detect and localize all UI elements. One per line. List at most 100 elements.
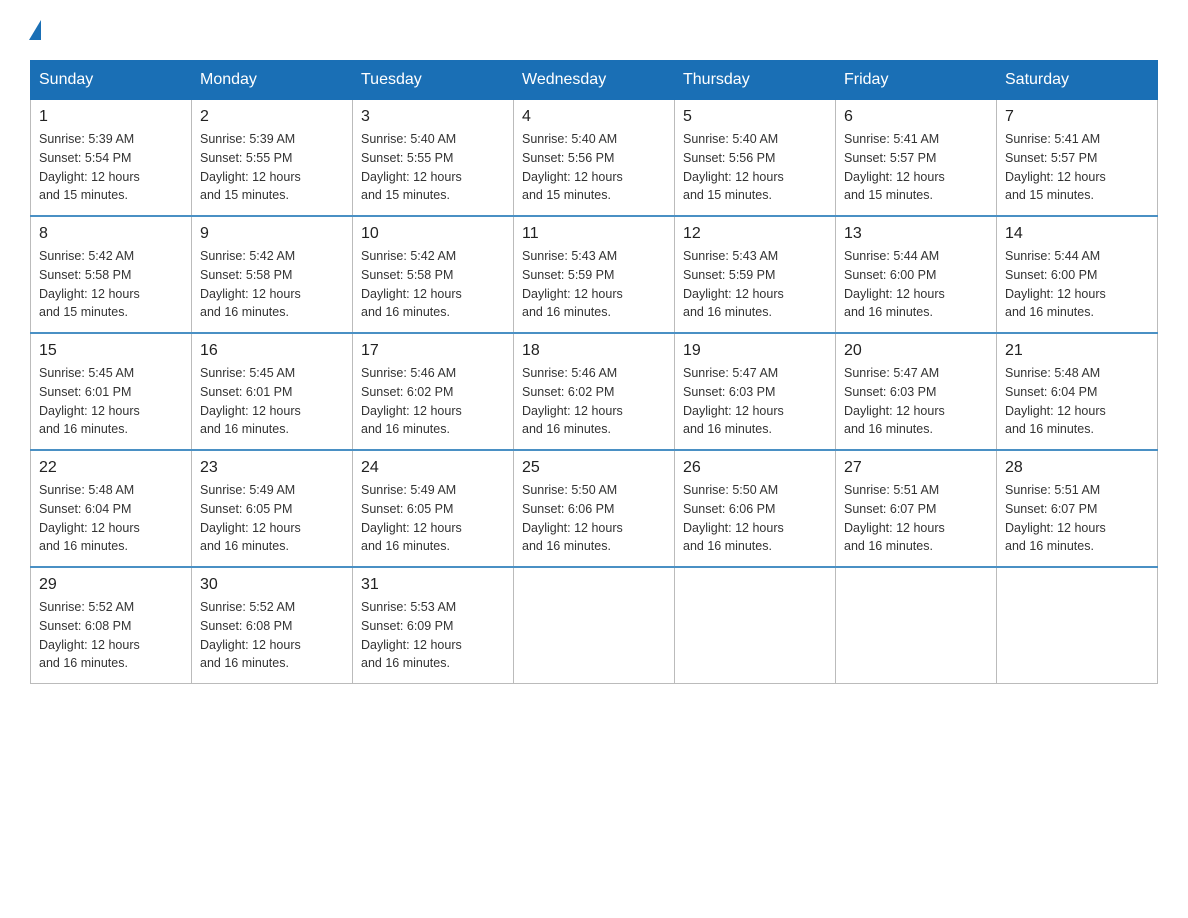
- day-number: 25: [522, 459, 666, 477]
- column-header-sunday: Sunday: [31, 61, 192, 100]
- day-info: Sunrise: 5:40 AMSunset: 5:56 PMDaylight:…: [683, 130, 827, 205]
- calendar-cell: [836, 567, 997, 684]
- day-number: 7: [1005, 108, 1149, 126]
- day-number: 18: [522, 342, 666, 360]
- calendar-cell: 7 Sunrise: 5:41 AMSunset: 5:57 PMDayligh…: [997, 100, 1158, 217]
- day-info: Sunrise: 5:49 AMSunset: 6:05 PMDaylight:…: [200, 481, 344, 556]
- column-header-tuesday: Tuesday: [353, 61, 514, 100]
- calendar-cell: 12 Sunrise: 5:43 AMSunset: 5:59 PMDaylig…: [675, 216, 836, 333]
- calendar-cell: 26 Sunrise: 5:50 AMSunset: 6:06 PMDaylig…: [675, 450, 836, 567]
- column-header-wednesday: Wednesday: [514, 61, 675, 100]
- day-number: 6: [844, 108, 988, 126]
- calendar-cell: 19 Sunrise: 5:47 AMSunset: 6:03 PMDaylig…: [675, 333, 836, 450]
- column-header-friday: Friday: [836, 61, 997, 100]
- day-number: 11: [522, 225, 666, 243]
- day-number: 27: [844, 459, 988, 477]
- day-info: Sunrise: 5:41 AMSunset: 5:57 PMDaylight:…: [1005, 130, 1149, 205]
- day-info: Sunrise: 5:40 AMSunset: 5:55 PMDaylight:…: [361, 130, 505, 205]
- day-info: Sunrise: 5:43 AMSunset: 5:59 PMDaylight:…: [522, 247, 666, 322]
- day-info: Sunrise: 5:52 AMSunset: 6:08 PMDaylight:…: [200, 598, 344, 673]
- day-number: 15: [39, 342, 183, 360]
- day-info: Sunrise: 5:39 AMSunset: 5:54 PMDaylight:…: [39, 130, 183, 205]
- calendar-cell: 17 Sunrise: 5:46 AMSunset: 6:02 PMDaylig…: [353, 333, 514, 450]
- day-number: 19: [683, 342, 827, 360]
- column-header-monday: Monday: [192, 61, 353, 100]
- day-number: 1: [39, 108, 183, 126]
- day-number: 20: [844, 342, 988, 360]
- day-info: Sunrise: 5:45 AMSunset: 6:01 PMDaylight:…: [39, 364, 183, 439]
- calendar-cell: 1 Sunrise: 5:39 AMSunset: 5:54 PMDayligh…: [31, 100, 192, 217]
- calendar-cell: 9 Sunrise: 5:42 AMSunset: 5:58 PMDayligh…: [192, 216, 353, 333]
- day-number: 3: [361, 108, 505, 126]
- logo-triangle-icon: [29, 20, 41, 40]
- day-info: Sunrise: 5:42 AMSunset: 5:58 PMDaylight:…: [361, 247, 505, 322]
- calendar-cell: 24 Sunrise: 5:49 AMSunset: 6:05 PMDaylig…: [353, 450, 514, 567]
- column-header-saturday: Saturday: [997, 61, 1158, 100]
- day-info: Sunrise: 5:41 AMSunset: 5:57 PMDaylight:…: [844, 130, 988, 205]
- day-info: Sunrise: 5:40 AMSunset: 5:56 PMDaylight:…: [522, 130, 666, 205]
- calendar-header-row: SundayMondayTuesdayWednesdayThursdayFrid…: [31, 61, 1158, 100]
- calendar-cell: 30 Sunrise: 5:52 AMSunset: 6:08 PMDaylig…: [192, 567, 353, 684]
- calendar-week-row: 22 Sunrise: 5:48 AMSunset: 6:04 PMDaylig…: [31, 450, 1158, 567]
- day-info: Sunrise: 5:48 AMSunset: 6:04 PMDaylight:…: [39, 481, 183, 556]
- calendar-cell: 23 Sunrise: 5:49 AMSunset: 6:05 PMDaylig…: [192, 450, 353, 567]
- calendar-cell: 4 Sunrise: 5:40 AMSunset: 5:56 PMDayligh…: [514, 100, 675, 217]
- day-info: Sunrise: 5:51 AMSunset: 6:07 PMDaylight:…: [1005, 481, 1149, 556]
- day-info: Sunrise: 5:50 AMSunset: 6:06 PMDaylight:…: [522, 481, 666, 556]
- day-info: Sunrise: 5:47 AMSunset: 6:03 PMDaylight:…: [844, 364, 988, 439]
- day-info: Sunrise: 5:42 AMSunset: 5:58 PMDaylight:…: [39, 247, 183, 322]
- day-number: 2: [200, 108, 344, 126]
- day-info: Sunrise: 5:46 AMSunset: 6:02 PMDaylight:…: [522, 364, 666, 439]
- day-number: 23: [200, 459, 344, 477]
- calendar-week-row: 8 Sunrise: 5:42 AMSunset: 5:58 PMDayligh…: [31, 216, 1158, 333]
- day-info: Sunrise: 5:50 AMSunset: 6:06 PMDaylight:…: [683, 481, 827, 556]
- day-number: 30: [200, 576, 344, 594]
- calendar-cell: 25 Sunrise: 5:50 AMSunset: 6:06 PMDaylig…: [514, 450, 675, 567]
- page-header: [30, 20, 1158, 40]
- day-info: Sunrise: 5:51 AMSunset: 6:07 PMDaylight:…: [844, 481, 988, 556]
- day-number: 14: [1005, 225, 1149, 243]
- calendar-cell: 29 Sunrise: 5:52 AMSunset: 6:08 PMDaylig…: [31, 567, 192, 684]
- calendar-cell: [514, 567, 675, 684]
- logo-area: [30, 20, 41, 40]
- day-info: Sunrise: 5:39 AMSunset: 5:55 PMDaylight:…: [200, 130, 344, 205]
- calendar-cell: 5 Sunrise: 5:40 AMSunset: 5:56 PMDayligh…: [675, 100, 836, 217]
- day-number: 22: [39, 459, 183, 477]
- day-info: Sunrise: 5:47 AMSunset: 6:03 PMDaylight:…: [683, 364, 827, 439]
- calendar-cell: 14 Sunrise: 5:44 AMSunset: 6:00 PMDaylig…: [997, 216, 1158, 333]
- day-info: Sunrise: 5:44 AMSunset: 6:00 PMDaylight:…: [1005, 247, 1149, 322]
- day-info: Sunrise: 5:49 AMSunset: 6:05 PMDaylight:…: [361, 481, 505, 556]
- day-number: 26: [683, 459, 827, 477]
- day-number: 8: [39, 225, 183, 243]
- day-info: Sunrise: 5:53 AMSunset: 6:09 PMDaylight:…: [361, 598, 505, 673]
- day-number: 12: [683, 225, 827, 243]
- calendar-cell: 15 Sunrise: 5:45 AMSunset: 6:01 PMDaylig…: [31, 333, 192, 450]
- calendar-cell: 3 Sunrise: 5:40 AMSunset: 5:55 PMDayligh…: [353, 100, 514, 217]
- calendar-cell: 2 Sunrise: 5:39 AMSunset: 5:55 PMDayligh…: [192, 100, 353, 217]
- calendar-week-row: 1 Sunrise: 5:39 AMSunset: 5:54 PMDayligh…: [31, 100, 1158, 217]
- day-number: 17: [361, 342, 505, 360]
- calendar-cell: 13 Sunrise: 5:44 AMSunset: 6:00 PMDaylig…: [836, 216, 997, 333]
- calendar-cell: 10 Sunrise: 5:42 AMSunset: 5:58 PMDaylig…: [353, 216, 514, 333]
- calendar-cell: 18 Sunrise: 5:46 AMSunset: 6:02 PMDaylig…: [514, 333, 675, 450]
- day-info: Sunrise: 5:43 AMSunset: 5:59 PMDaylight:…: [683, 247, 827, 322]
- day-info: Sunrise: 5:48 AMSunset: 6:04 PMDaylight:…: [1005, 364, 1149, 439]
- calendar-week-row: 15 Sunrise: 5:45 AMSunset: 6:01 PMDaylig…: [31, 333, 1158, 450]
- calendar-cell: 8 Sunrise: 5:42 AMSunset: 5:58 PMDayligh…: [31, 216, 192, 333]
- day-info: Sunrise: 5:44 AMSunset: 6:00 PMDaylight:…: [844, 247, 988, 322]
- calendar-cell: 28 Sunrise: 5:51 AMSunset: 6:07 PMDaylig…: [997, 450, 1158, 567]
- day-number: 31: [361, 576, 505, 594]
- day-number: 5: [683, 108, 827, 126]
- logo: [30, 20, 41, 44]
- day-number: 29: [39, 576, 183, 594]
- calendar-cell: 16 Sunrise: 5:45 AMSunset: 6:01 PMDaylig…: [192, 333, 353, 450]
- day-number: 13: [844, 225, 988, 243]
- day-number: 10: [361, 225, 505, 243]
- calendar-cell: 20 Sunrise: 5:47 AMSunset: 6:03 PMDaylig…: [836, 333, 997, 450]
- calendar-cell: 31 Sunrise: 5:53 AMSunset: 6:09 PMDaylig…: [353, 567, 514, 684]
- day-info: Sunrise: 5:42 AMSunset: 5:58 PMDaylight:…: [200, 247, 344, 322]
- day-info: Sunrise: 5:45 AMSunset: 6:01 PMDaylight:…: [200, 364, 344, 439]
- calendar-cell: 21 Sunrise: 5:48 AMSunset: 6:04 PMDaylig…: [997, 333, 1158, 450]
- calendar-cell: 6 Sunrise: 5:41 AMSunset: 5:57 PMDayligh…: [836, 100, 997, 217]
- day-info: Sunrise: 5:46 AMSunset: 6:02 PMDaylight:…: [361, 364, 505, 439]
